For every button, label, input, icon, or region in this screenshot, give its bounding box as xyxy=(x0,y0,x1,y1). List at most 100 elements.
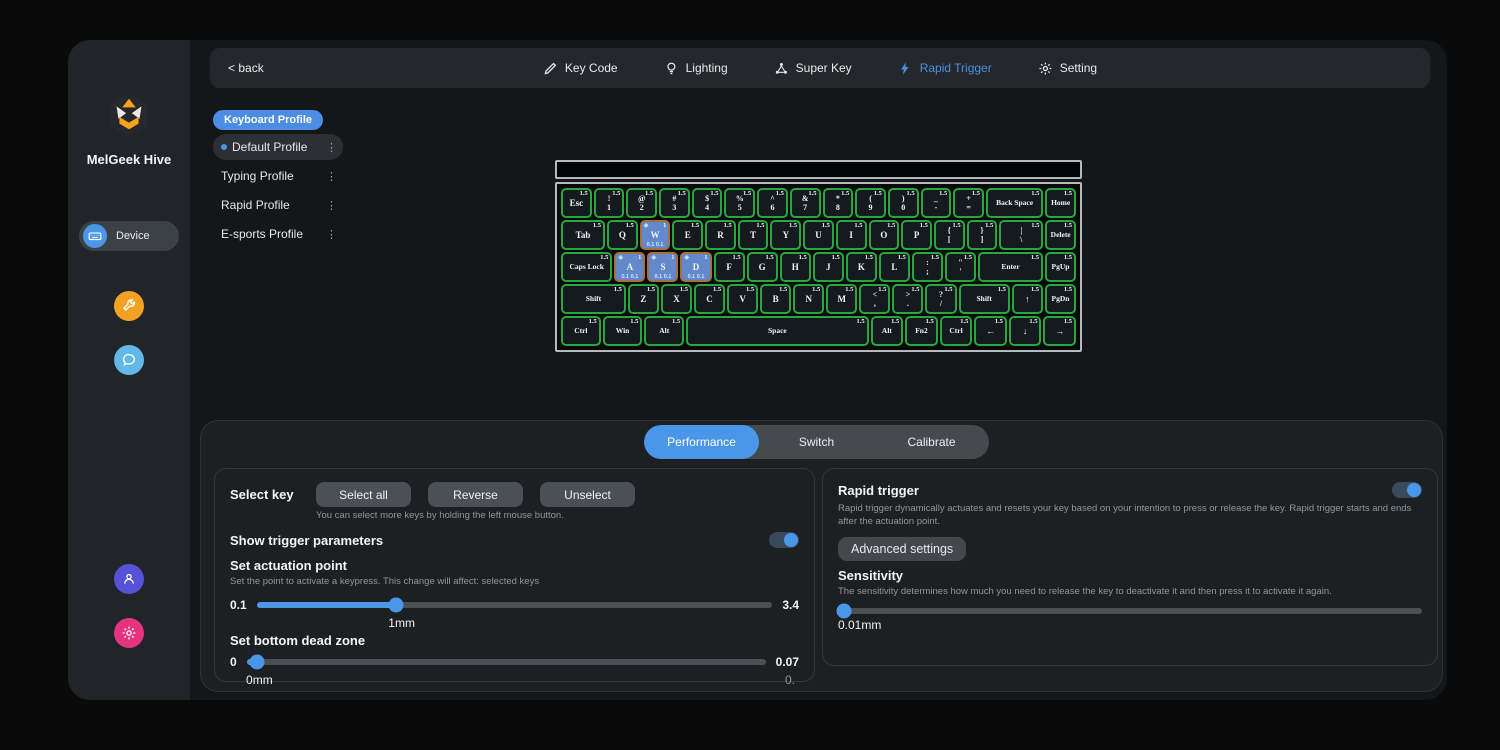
kebab-menu-icon[interactable]: ⋮ xyxy=(326,228,337,241)
key-1[interactable]: !11.5 xyxy=(594,188,625,218)
key-a[interactable]: A1◆0.1 0.1 xyxy=(614,252,645,282)
key-.[interactable]: >.1.5 xyxy=(892,284,923,314)
key-0[interactable]: )01.5 xyxy=(888,188,919,218)
tab-performance[interactable]: Performance xyxy=(644,425,759,459)
key-3[interactable]: #31.5 xyxy=(659,188,690,218)
key-tab[interactable]: Tab1.5 xyxy=(561,220,605,250)
select-all-button[interactable]: Select all xyxy=(316,482,411,507)
key-m[interactable]: M1.5 xyxy=(826,284,857,314)
kebab-menu-icon[interactable]: ⋮ xyxy=(326,141,337,154)
key-o[interactable]: O1.5 xyxy=(869,220,900,250)
deadzone-slider[interactable] xyxy=(247,659,766,665)
key-z[interactable]: Z1.5 xyxy=(628,284,659,314)
key-c[interactable]: C1.5 xyxy=(694,284,725,314)
keyboard-profile-button[interactable]: Keyboard Profile xyxy=(213,110,323,130)
key-4[interactable]: $41.5 xyxy=(692,188,723,218)
key-,[interactable]: <,1.5 xyxy=(859,284,890,314)
key-delete[interactable]: Delete1.5 xyxy=(1045,220,1076,250)
key-l[interactable]: L1.5 xyxy=(879,252,910,282)
key-←[interactable]: ←1.5 xyxy=(974,316,1007,346)
key-=[interactable]: +=1.5 xyxy=(953,188,984,218)
sidebar-tools-button[interactable] xyxy=(114,291,144,321)
profile-item-e-sports-profile[interactable]: E-sports Profile⋮ xyxy=(213,221,343,247)
actuation-slider[interactable] xyxy=(257,602,773,608)
key-h[interactable]: H1.5 xyxy=(780,252,811,282)
key-↑[interactable]: ↑1.5 xyxy=(1012,284,1043,314)
key-pgdn[interactable]: PgDn1.5 xyxy=(1045,284,1076,314)
key-shift[interactable]: Shift1.5 xyxy=(561,284,626,314)
back-button[interactable]: < back xyxy=(228,61,264,75)
sidebar-settings-button[interactable] xyxy=(114,618,144,648)
key-b[interactable]: B1.5 xyxy=(760,284,791,314)
key-n[interactable]: N1.5 xyxy=(793,284,824,314)
key-u[interactable]: U1.5 xyxy=(803,220,834,250)
key-caps-lock[interactable]: Caps Lock1.5 xyxy=(561,252,612,282)
nav-item-super-key[interactable]: Super Key xyxy=(774,61,852,76)
reverse-button[interactable]: Reverse xyxy=(428,482,523,507)
key-][interactable]: }]1.5 xyxy=(967,220,998,250)
key-i[interactable]: I1.5 xyxy=(836,220,867,250)
key-;[interactable]: :;1.5 xyxy=(912,252,943,282)
unselect-button[interactable]: Unselect xyxy=(540,482,635,507)
nav-item-lighting[interactable]: Lighting xyxy=(664,61,728,76)
rapid-trigger-toggle[interactable] xyxy=(1392,482,1422,498)
key-win[interactable]: Win1.5 xyxy=(603,316,643,346)
key-6[interactable]: ^61.5 xyxy=(757,188,788,218)
nav-item-rapid-trigger[interactable]: Rapid Trigger xyxy=(898,61,992,76)
key-7[interactable]: &71.5 xyxy=(790,188,821,218)
key-alt[interactable]: Alt1.5 xyxy=(644,316,684,346)
key-j[interactable]: J1.5 xyxy=(813,252,844,282)
key-[[interactable]: {[1.5 xyxy=(934,220,965,250)
key-v[interactable]: V1.5 xyxy=(727,284,758,314)
key-home[interactable]: Home1.5 xyxy=(1045,188,1076,218)
profile-item-typing-profile[interactable]: Typing Profile⋮ xyxy=(213,163,343,189)
key-9[interactable]: (91.5 xyxy=(855,188,886,218)
sensitivity-slider[interactable] xyxy=(838,608,1422,614)
kebab-menu-icon[interactable]: ⋮ xyxy=(326,170,337,183)
key-t[interactable]: T1.5 xyxy=(738,220,769,250)
key--[interactable]: _-1.5 xyxy=(921,188,952,218)
tab-calibrate[interactable]: Calibrate xyxy=(874,425,989,459)
key-g[interactable]: G1.5 xyxy=(747,252,778,282)
key-s[interactable]: S1◆0.1 0.1 xyxy=(647,252,678,282)
show-trigger-toggle[interactable] xyxy=(769,532,799,548)
key-y[interactable]: Y1.5 xyxy=(770,220,801,250)
kebab-menu-icon[interactable]: ⋮ xyxy=(326,199,337,212)
sidebar-account-button[interactable] xyxy=(114,564,144,594)
key-alt[interactable]: Alt1.5 xyxy=(871,316,904,346)
key-2[interactable]: @21.5 xyxy=(626,188,657,218)
key-/[interactable]: ?/1.5 xyxy=(925,284,956,314)
profile-item-default-profile[interactable]: Default Profile⋮ xyxy=(213,134,343,160)
key-back-space[interactable]: Back Space1.5 xyxy=(986,188,1043,218)
actuation-slider-thumb[interactable] xyxy=(388,597,403,612)
key-shift[interactable]: Shift1.5 xyxy=(959,284,1010,314)
key-5[interactable]: %51.5 xyxy=(724,188,755,218)
key-f[interactable]: F1.5 xyxy=(714,252,745,282)
key-enter[interactable]: Enter1.5 xyxy=(978,252,1043,282)
sidebar-chat-button[interactable] xyxy=(114,345,144,375)
sensitivity-slider-thumb[interactable] xyxy=(836,604,851,619)
profile-item-rapid-profile[interactable]: Rapid Profile⋮ xyxy=(213,192,343,218)
key-d[interactable]: D1◆0.1 0.1 xyxy=(680,252,711,282)
key-→[interactable]: →1.5 xyxy=(1043,316,1076,346)
deadzone-slider-thumb[interactable] xyxy=(250,654,265,669)
key-r[interactable]: R1.5 xyxy=(705,220,736,250)
key-8[interactable]: *81.5 xyxy=(823,188,854,218)
tab-switch[interactable]: Switch xyxy=(759,425,874,459)
key-esc[interactable]: Esc1.5 xyxy=(561,188,592,218)
key-q[interactable]: Q1.5 xyxy=(607,220,638,250)
nav-item-setting[interactable]: Setting xyxy=(1038,61,1097,76)
key-e[interactable]: E1.5 xyxy=(672,220,703,250)
key-\[interactable]: |\1.5 xyxy=(999,220,1043,250)
key-↓[interactable]: ↓1.5 xyxy=(1009,316,1042,346)
nav-item-key-code[interactable]: Key Code xyxy=(543,61,618,76)
key-fn2[interactable]: Fn21.5 xyxy=(905,316,938,346)
key-p[interactable]: P1.5 xyxy=(901,220,932,250)
key-pgup[interactable]: PgUp1.5 xyxy=(1045,252,1076,282)
key-'[interactable]: "'1.5 xyxy=(945,252,976,282)
key-space[interactable]: Space1.5 xyxy=(686,316,869,346)
key-w[interactable]: W1◆0.1 0.1 xyxy=(640,220,671,250)
key-ctrl[interactable]: Ctrl1.5 xyxy=(940,316,973,346)
key-x[interactable]: X1.5 xyxy=(661,284,692,314)
sidebar-item-device[interactable]: Device xyxy=(79,221,179,251)
